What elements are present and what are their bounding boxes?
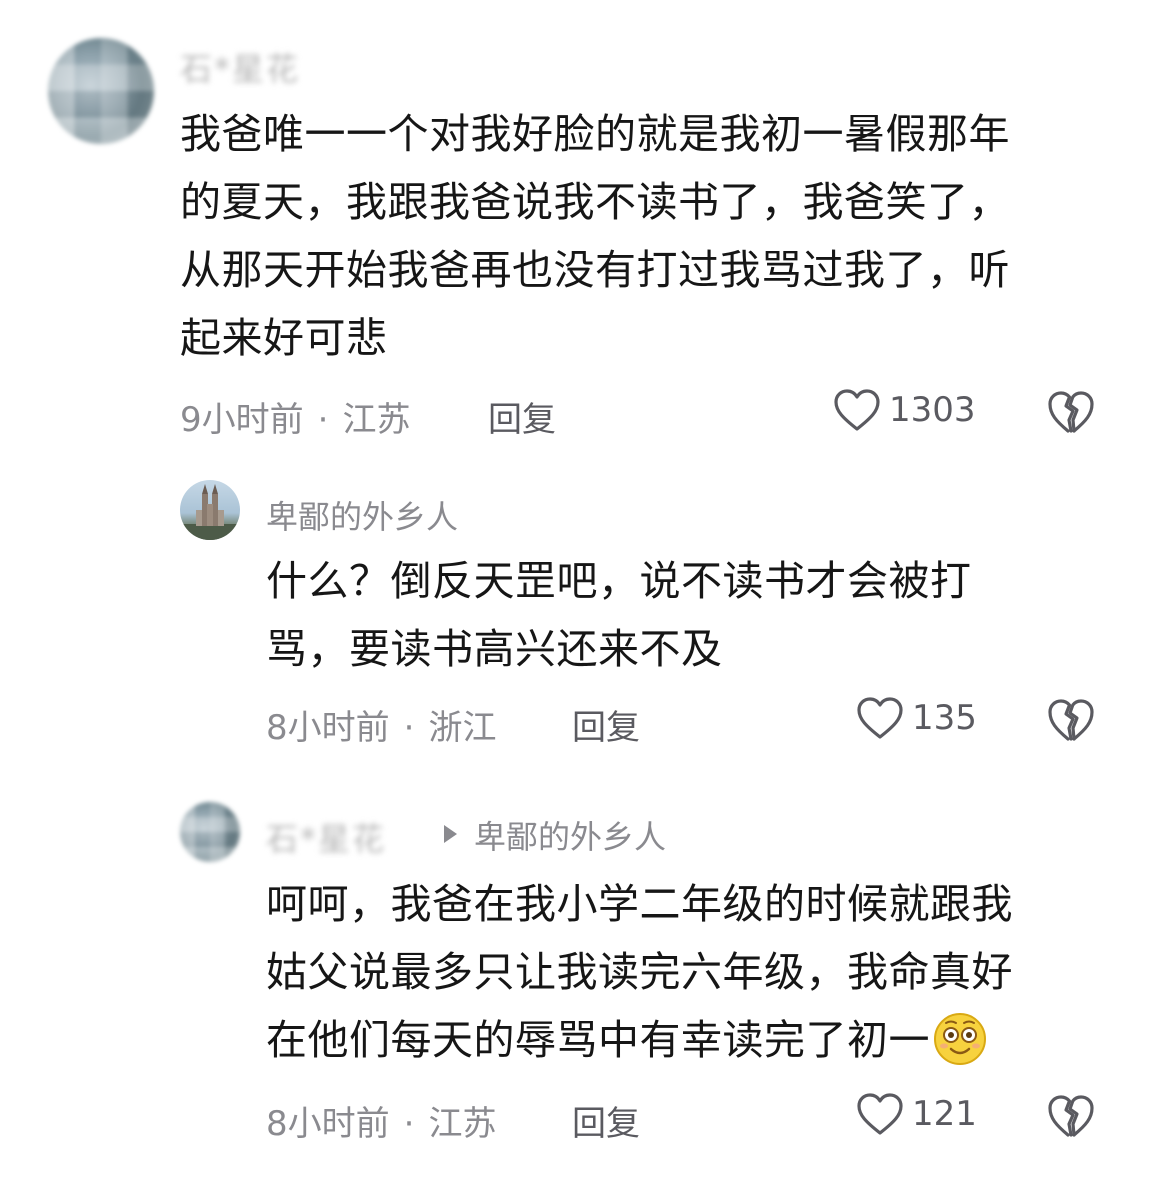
triangle-right-icon (444, 825, 457, 843)
reply-item: 石*星花 卑鄙的外乡人 呵呵，我爸在我小学二年级的时候就跟我 姑父说最多只让我读… (0, 780, 1152, 1188)
comment-text: 呵呵，我爸在我小学二年级的时候就跟我 姑父说最多只让我读完六年级，我命真好 在他… (266, 870, 1126, 1074)
heart-outline-icon (857, 697, 903, 739)
reply-button[interactable]: 回复 (572, 700, 640, 749)
avatar[interactable] (180, 480, 240, 540)
like-count: 1303 (889, 390, 976, 430)
like-count: 135 (912, 698, 977, 738)
reply-button[interactable]: 回复 (572, 1096, 640, 1145)
heart-outline-icon (857, 1093, 903, 1135)
meta-separator: · (317, 400, 329, 440)
meta-separator: · (403, 708, 415, 748)
comment-list: 石*星花 我爸唯一一个对我好脸的就是我初一暑假那年 的夏天，我跟我爸说我不读书了… (0, 0, 1152, 1188)
comment-text: 什么？倒反天罡吧，说不读书才会被打 骂，要读书高兴还来不及 (266, 557, 972, 673)
comment-username[interactable]: 卑鄙的外乡人 (266, 492, 458, 538)
comment-location: 浙江 (428, 708, 497, 748)
meta-separator: · (403, 1104, 415, 1144)
comment-username[interactable]: 石*星花 (180, 44, 300, 90)
comment-item: 石*星花 我爸唯一一个对我好脸的就是我初一暑假那年 的夏天，我跟我爸说我不读书了… (0, 0, 1152, 460)
reply-target-username[interactable]: 卑鄙的外乡人 (474, 812, 666, 858)
comment-time: 9小时前 (180, 400, 304, 440)
broken-heart-icon (1048, 1095, 1094, 1137)
comment-meta: 8小时前 · 浙江 (266, 700, 496, 749)
comment-text: 我爸唯一一个对我好脸的就是我初一暑假那年 的夏天，我跟我爸说我不读书了，我爸笑了… (180, 110, 1010, 362)
comment-time: 8小时前 (266, 708, 390, 748)
comment-text-content: 呵呵，我爸在我小学二年级的时候就跟我 姑父说最多只让我读完六年级，我命真好 在他… (266, 880, 1013, 1064)
like-count: 121 (912, 1094, 977, 1134)
comment-username[interactable]: 石*星花 (266, 814, 386, 860)
comment-location: 江苏 (342, 400, 411, 440)
comment-location: 江苏 (428, 1104, 497, 1144)
comment-meta: 8小时前 · 江苏 (266, 1096, 496, 1145)
reply-item: 卑鄙的外乡人 什么？倒反天罡吧，说不读书才会被打 骂，要读书高兴还来不及 8小时… (0, 460, 1152, 780)
reply-button[interactable]: 回复 (488, 392, 556, 441)
like-button[interactable]: 121 (856, 1092, 977, 1136)
broken-heart-icon (1048, 391, 1094, 433)
heart-outline-icon (834, 389, 880, 431)
smiling-face-emoji (934, 1013, 986, 1065)
comment-meta: 9小时前 · 江苏 (180, 392, 410, 441)
avatar[interactable] (180, 802, 240, 862)
broken-heart-icon (1048, 699, 1094, 741)
like-button[interactable]: 1303 (833, 388, 976, 432)
church-image (180, 484, 240, 540)
dislike-button[interactable] (1047, 1094, 1095, 1142)
comment-time: 8小时前 (266, 1104, 390, 1144)
like-button[interactable]: 135 (856, 696, 977, 740)
avatar[interactable] (48, 38, 154, 144)
dislike-button[interactable] (1047, 390, 1095, 438)
dislike-button[interactable] (1047, 698, 1095, 746)
